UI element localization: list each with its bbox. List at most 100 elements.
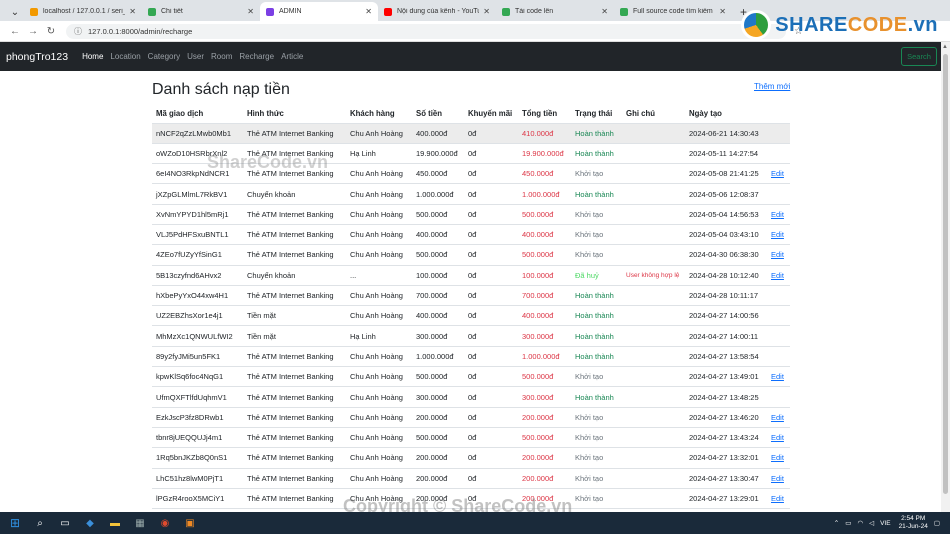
col-transaction-id: 1Rq5bnJKZb8Q0nS1 bbox=[152, 447, 243, 469]
network-icon[interactable]: ▭ bbox=[845, 519, 851, 527]
table-header-row: Mã giao dịch Hình thức Khách hàng Số tiền Kh… bbox=[152, 104, 790, 124]
forward-icon[interactable]: → bbox=[24, 26, 42, 37]
edit-link[interactable]: Edit bbox=[767, 224, 790, 246]
col-total: 500.000đ bbox=[518, 244, 571, 266]
edit-link[interactable]: Edit bbox=[767, 468, 790, 489]
edit-link[interactable]: Edit bbox=[767, 427, 790, 449]
search-icon[interactable]: ⌕ bbox=[30, 515, 50, 531]
col-status: Khởi tạo bbox=[571, 488, 622, 510]
tab-close-icon[interactable]: ✕ bbox=[247, 7, 254, 16]
vscode-icon[interactable]: ◆ bbox=[80, 515, 100, 531]
nav-link-recharge[interactable]: Recharge bbox=[239, 52, 274, 61]
col-created: 2024-05-04 03:43:10 bbox=[685, 224, 767, 246]
edit-link[interactable]: Edit bbox=[767, 366, 790, 388]
back-icon[interactable]: ← bbox=[6, 26, 24, 37]
col-amount: 200.000đ bbox=[412, 468, 464, 489]
col-action bbox=[767, 305, 790, 327]
reload-icon[interactable]: ↻ bbox=[42, 26, 60, 37]
tab-close-icon[interactable]: ✕ bbox=[483, 7, 490, 16]
col-action bbox=[767, 183, 790, 205]
col-customer: Chu Anh Hoàng bbox=[346, 285, 412, 307]
clock-date: 21-Jun-24 bbox=[898, 523, 928, 530]
task-view-icon[interactable]: ▭ bbox=[55, 515, 75, 531]
table-row: 89y2fyJMi5un5FK1 Thẻ ATM Internet Banking… bbox=[152, 346, 790, 368]
tab-close-icon[interactable]: ✕ bbox=[129, 7, 136, 16]
col-amount-header: Số tiền bbox=[412, 104, 464, 124]
browser-tab[interactable]: Full source code tìm kiếm phò... ✕ bbox=[614, 2, 732, 21]
windows-start-icon[interactable]: ⊞ bbox=[5, 515, 25, 531]
col-amount: 300.000đ bbox=[412, 325, 464, 347]
browser-tab[interactable]: Chi tiết ✕ bbox=[142, 2, 260, 21]
edit-link[interactable]: Edit bbox=[767, 204, 790, 225]
edit-link[interactable]: Edit bbox=[767, 163, 790, 185]
tab-close-icon[interactable]: ✕ bbox=[365, 7, 372, 16]
table-row: LhC51hz8lwM0PjT1 Thẻ ATM Internet Banking… bbox=[152, 468, 790, 489]
url-field[interactable]: ⓘ 127.0.0.1:8000/admin/recharge bbox=[66, 23, 786, 39]
col-method: Thẻ ATM Internet Banking bbox=[243, 488, 346, 510]
col-total: 1.000.000đ bbox=[518, 183, 571, 205]
col-status: Khởi tạo bbox=[571, 468, 622, 489]
col-promotion-header: Khuyến mãi bbox=[464, 104, 518, 124]
nav-link-category[interactable]: Category bbox=[148, 52, 180, 61]
col-transaction-id: UfmQXFTlfdUqhmV1 bbox=[152, 386, 243, 408]
browser-tab[interactable]: Tải code lên ✕ bbox=[496, 2, 614, 21]
notification-icon[interactable]: ▢ bbox=[934, 519, 940, 527]
volume-icon[interactable]: ◁ bbox=[869, 519, 874, 527]
col-total: 300.000đ bbox=[518, 386, 571, 408]
tab-search-icon[interactable]: ⌄ bbox=[6, 3, 24, 21]
tab-title: Chi tiết bbox=[161, 8, 183, 15]
add-new-link[interactable]: Thêm mới bbox=[754, 82, 790, 91]
edit-link[interactable]: Edit bbox=[767, 265, 790, 286]
col-note: User không hợp lệ bbox=[622, 265, 685, 286]
brand-link[interactable]: phongTro123 bbox=[6, 51, 68, 63]
col-method: Tiền mặt bbox=[243, 325, 346, 347]
chrome-icon[interactable]: ◉ bbox=[155, 515, 175, 531]
nav-link-location[interactable]: Location bbox=[110, 52, 140, 61]
nav-link-home[interactable]: Home bbox=[82, 52, 103, 61]
search-button[interactable]: Search bbox=[901, 47, 937, 66]
col-transaction-id-header: Mã giao dịch bbox=[152, 104, 243, 124]
col-amount: 19.900.000đ bbox=[412, 143, 464, 165]
xampp-icon[interactable]: ▣ bbox=[180, 515, 200, 531]
language-indicator[interactable]: VIE bbox=[880, 520, 890, 527]
table-row: XvNmYPYD1hl5mRj1 Thẻ ATM Internet Banking… bbox=[152, 204, 790, 225]
wifi-icon[interactable]: ◠ bbox=[857, 519, 863, 527]
file-explorer-icon[interactable]: ▬ bbox=[105, 515, 125, 531]
col-total: 500.000đ bbox=[518, 366, 571, 388]
col-method: Thẻ ATM Internet Banking bbox=[243, 244, 346, 266]
browser-tab[interactable]: Nội dung của kênh - YouTube S...✕ bbox=[378, 2, 496, 21]
col-promotion: 0đ bbox=[464, 468, 518, 489]
url-text: 127.0.0.1:8000/admin/recharge bbox=[88, 26, 193, 36]
col-total: 300.000đ bbox=[518, 325, 571, 347]
app-icon[interactable]: ▦ bbox=[130, 515, 150, 531]
edit-link[interactable]: Edit bbox=[767, 488, 790, 510]
col-created: 2024-04-27 14:00:56 bbox=[685, 305, 767, 327]
page-scrollbar[interactable]: ▲ bbox=[941, 42, 950, 512]
nav-link-user[interactable]: User bbox=[187, 52, 204, 61]
table-row: VLJ5PdHFSxuBNTL1 Thẻ ATM Internet Banking… bbox=[152, 224, 790, 246]
col-status-header: Trạng thái bbox=[571, 104, 622, 124]
nav-link-room[interactable]: Room bbox=[211, 52, 232, 61]
col-customer-header: Khách hàng bbox=[346, 104, 412, 124]
col-transaction-id: jXZpGLMlmL7RkBV1 bbox=[152, 183, 243, 205]
col-transaction-id: UZ2EBZhsXor1e4j1 bbox=[152, 305, 243, 327]
browser-tab[interactable]: localhost / 127.0.0.1 / seri_pho...✕ bbox=[24, 2, 142, 21]
col-customer: Chu Anh Hoàng bbox=[346, 183, 412, 205]
clock[interactable]: 2:54 PM 21-Jun-24 bbox=[899, 515, 928, 531]
edit-link[interactable]: Edit bbox=[767, 407, 790, 428]
browser-tab[interactable]: ADMIN ✕ bbox=[260, 2, 378, 21]
site-info-icon[interactable]: ⓘ bbox=[74, 26, 82, 37]
tab-close-icon[interactable]: ✕ bbox=[719, 7, 726, 16]
edit-link[interactable]: Edit bbox=[767, 244, 790, 266]
table-row: 5B13czyfnd6AHvx2 Chuyển khoản... 100.000đ 0… bbox=[152, 265, 790, 286]
scroll-up-icon[interactable]: ▲ bbox=[942, 44, 948, 50]
col-amount: 100.000đ bbox=[412, 265, 464, 286]
nav-link-article[interactable]: Article bbox=[281, 52, 303, 61]
col-created: 2024-04-27 13:43:24 bbox=[685, 427, 767, 449]
scrollbar-thumb[interactable] bbox=[943, 54, 948, 494]
edit-link[interactable]: Edit bbox=[767, 447, 790, 469]
tab-close-icon[interactable]: ✕ bbox=[601, 7, 608, 16]
col-amount: 400.000đ bbox=[412, 123, 464, 144]
tray-chevron-icon[interactable]: ⌃ bbox=[834, 519, 839, 527]
col-action-header bbox=[767, 104, 790, 124]
